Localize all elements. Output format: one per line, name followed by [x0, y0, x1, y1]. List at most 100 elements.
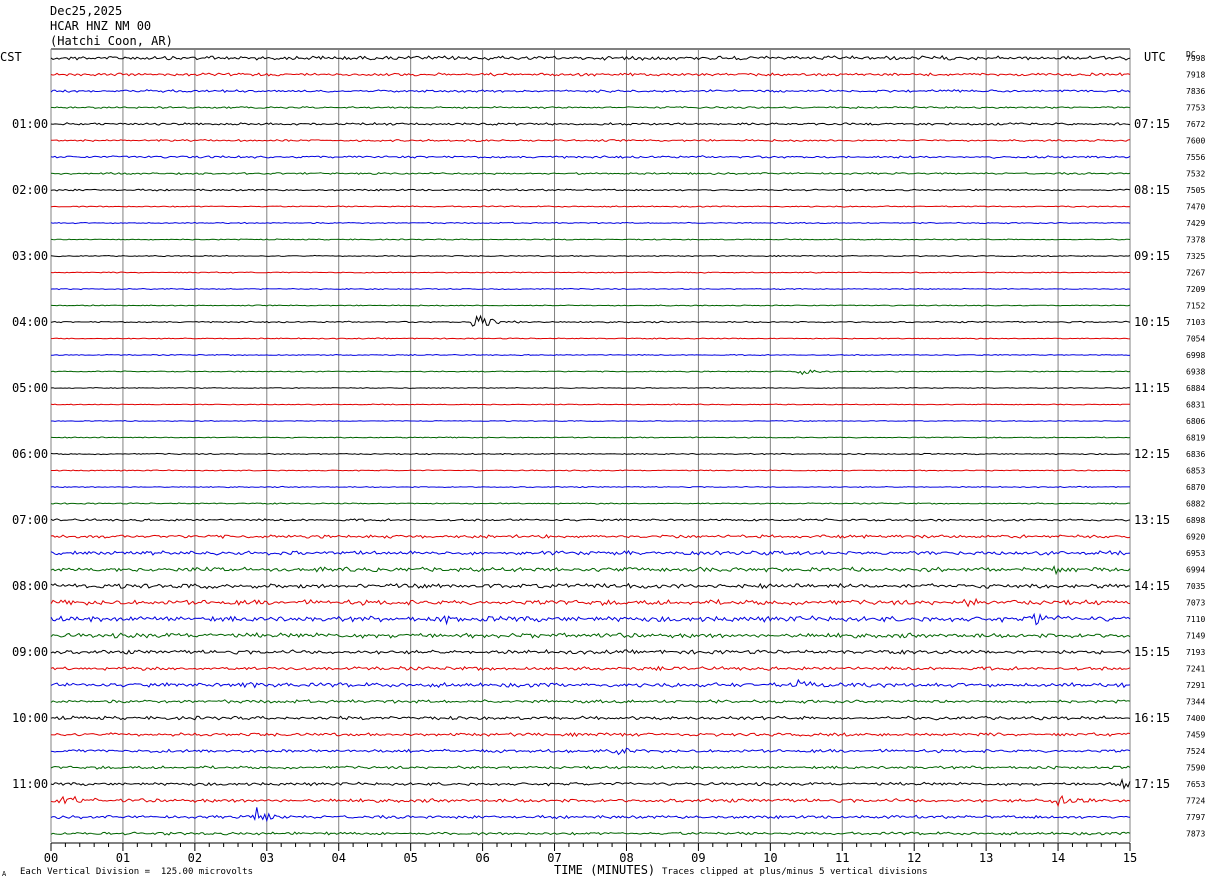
dc-header-label: DC [1186, 50, 1196, 59]
dc-offset-27: 6882 [1186, 500, 1205, 509]
dc-offset-43: 7590 [1186, 764, 1205, 773]
trace-15 [50, 304, 1131, 307]
trace-17 [50, 337, 1131, 340]
trace-11 [50, 238, 1131, 241]
dc-offset-32: 7035 [1186, 582, 1205, 591]
trace-47 [50, 831, 1131, 836]
trace-19 [50, 369, 1131, 376]
right-hour-label-8: 15:15 [1134, 645, 1170, 659]
trace-41 [50, 732, 1131, 738]
dc-offset-16: 7103 [1186, 318, 1205, 327]
trace-1 [50, 72, 1131, 77]
dc-offset-26: 6870 [1186, 483, 1205, 492]
trace-0 [50, 55, 1131, 61]
dc-offset-13: 7267 [1186, 269, 1205, 278]
trace-29 [50, 534, 1131, 540]
trace-3 [50, 106, 1131, 109]
right-hour-label-4: 11:15 [1134, 381, 1170, 395]
x-tick-label-11: 11 [835, 851, 849, 865]
dc-offset-39: 7344 [1186, 698, 1205, 707]
x-tick-label-1: 01 [116, 851, 130, 865]
dc-offset-22: 6806 [1186, 417, 1205, 426]
x-tick-label-15: 15 [1123, 851, 1137, 865]
right-hour-label-2: 09:15 [1134, 249, 1170, 263]
trace-35 [50, 632, 1131, 639]
trace-7 [50, 171, 1131, 176]
left-hour-label-5: 06:00 [12, 447, 48, 461]
trace-13 [50, 271, 1130, 274]
left-hour-label-8: 09:00 [12, 645, 48, 659]
x-axis-title: TIME (MINUTES) [554, 863, 656, 877]
right-hour-label-3: 10:15 [1134, 315, 1170, 329]
trace-16 [50, 314, 1131, 327]
trace-24 [50, 452, 1131, 456]
dc-offset-5: 7600 [1186, 137, 1205, 146]
dc-offset-23: 6819 [1186, 434, 1205, 443]
dc-offset-7: 7532 [1186, 170, 1205, 179]
dc-offset-12: 7325 [1186, 252, 1205, 261]
left-hour-label-4: 05:00 [12, 381, 48, 395]
x-tick-label-10: 10 [763, 851, 777, 865]
trace-22 [51, 419, 1131, 423]
dc-offset-17: 7054 [1186, 335, 1205, 344]
trace-18 [51, 353, 1131, 357]
left-hour-label-0: 01:00 [12, 117, 48, 131]
trace-36 [50, 649, 1131, 655]
trace-38 [50, 678, 1131, 689]
dc-offset-14: 7209 [1186, 285, 1205, 294]
trace-27 [50, 502, 1130, 505]
trace-25 [51, 469, 1131, 472]
dc-offset-46: 7797 [1186, 813, 1205, 822]
trace-5 [51, 138, 1131, 143]
trace-12 [50, 254, 1131, 258]
x-tick-label-2: 02 [188, 851, 202, 865]
trace-40 [50, 715, 1131, 721]
trace-9 [50, 205, 1131, 208]
dc-offset-31: 6994 [1186, 566, 1205, 575]
right-hour-label-1: 08:15 [1134, 183, 1170, 197]
trace-34 [50, 612, 1131, 626]
right-hour-label-7: 14:15 [1134, 579, 1170, 593]
dc-offset-38: 7291 [1186, 681, 1205, 690]
dc-offset-4: 7672 [1186, 120, 1205, 129]
x-tick-label-4: 04 [332, 851, 346, 865]
trace-8 [50, 188, 1131, 192]
dc-offset-35: 7149 [1186, 632, 1205, 641]
left-hour-label-9: 10:00 [12, 711, 48, 725]
right-hour-label-5: 12:15 [1134, 447, 1170, 461]
x-tick-label-9: 09 [691, 851, 705, 865]
x-tick-label-14: 14 [1051, 851, 1065, 865]
dc-offset-6: 7556 [1186, 153, 1205, 162]
dc-offset-42: 7524 [1186, 747, 1205, 756]
trace-44 [50, 777, 1131, 790]
dc-offset-15: 7152 [1186, 302, 1205, 311]
trace-2 [50, 89, 1131, 94]
x-tick-label-12: 12 [907, 851, 921, 865]
left-hour-label-6: 07:00 [12, 513, 48, 527]
left-hour-label-1: 02:00 [12, 183, 48, 197]
dc-offset-36: 7193 [1186, 648, 1205, 657]
dc-offset-3: 7753 [1186, 104, 1205, 113]
right-hour-label-10: 17:15 [1134, 777, 1170, 791]
trace-20 [50, 386, 1131, 389]
corner-mark: A [2, 870, 7, 878]
x-tick-label-0: 00 [44, 851, 58, 865]
left-hour-label-3: 04:00 [12, 315, 48, 329]
trace-37 [50, 665, 1131, 672]
trace-14 [50, 287, 1131, 291]
dc-offset-41: 7459 [1186, 731, 1205, 740]
trace-26 [50, 485, 1130, 489]
dc-offset-10: 7429 [1186, 219, 1205, 228]
right-hour-label-0: 07:15 [1134, 117, 1170, 131]
scale-note: Each Vertical Division = 125.00 microvol… [20, 867, 253, 877]
dc-offset-45: 7724 [1186, 797, 1205, 806]
dc-offset-20: 6884 [1186, 384, 1205, 393]
trace-42 [50, 747, 1131, 756]
trace-31 [50, 565, 1131, 576]
left-hour-label-7: 08:00 [12, 579, 48, 593]
right-hour-label-9: 16:15 [1134, 711, 1170, 725]
dc-offset-47: 7873 [1186, 830, 1205, 839]
dc-offset-29: 6920 [1186, 533, 1205, 542]
dc-offset-1: 7918 [1186, 71, 1205, 80]
dc-offset-30: 6953 [1186, 549, 1205, 558]
